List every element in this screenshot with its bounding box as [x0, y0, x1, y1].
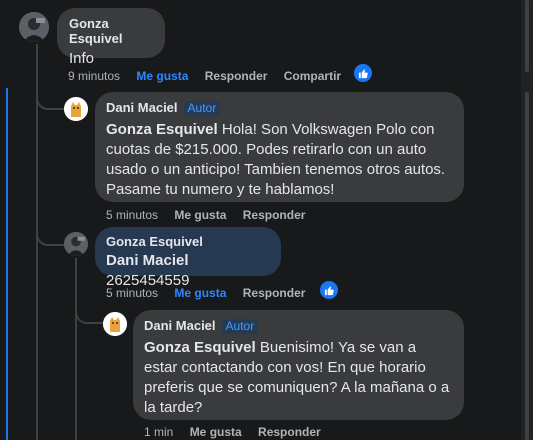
- thread-branch-2: [36, 226, 64, 246]
- comment-actions-4: 1 min Me gusta Responder: [144, 425, 334, 439]
- comment-header: Dani Maciel Autor: [106, 99, 453, 117]
- like-button[interactable]: Me gusta: [190, 425, 242, 439]
- comment-author[interactable]: Dani Maciel: [144, 318, 216, 333]
- comment-bubble-2: Dani Maciel Autor Gonza Esquivel Hola! So…: [95, 92, 464, 202]
- comment-text: Gonza Esquivel Hola! Son Volkswagen Polo…: [106, 120, 453, 200]
- author-badge: Autor: [221, 319, 259, 334]
- thread-line-inner: [75, 258, 77, 440]
- like-button[interactable]: Me gusta: [136, 69, 188, 83]
- comment-bubble-4: Dani Maciel Autor Gonza Esquivel Buenisim…: [133, 310, 464, 420]
- comment-avatar-dani[interactable]: [103, 312, 127, 336]
- like-button[interactable]: Me gusta: [174, 208, 226, 222]
- scrollbar-track[interactable]: [521, 0, 533, 440]
- comment-actions-2: 5 minutos Me gusta Responder: [106, 208, 318, 222]
- comment-bubble-1: Gonza Esquivel Info: [57, 8, 165, 67]
- like-reaction-icon[interactable]: [354, 64, 372, 82]
- comment-header: Dani Maciel Autor: [144, 317, 453, 335]
- comment-author[interactable]: Gonza Esquivel: [69, 16, 153, 46]
- reply-button[interactable]: Responder: [243, 286, 306, 300]
- like-button[interactable]: Me gusta: [174, 286, 226, 300]
- user-avatar: [19, 12, 49, 42]
- comment-actions-3: 5 minutos Me gusta Responder: [106, 286, 318, 300]
- comment-bubble-3: Gonza Esquivel Dani Maciel 2625454559: [95, 227, 281, 289]
- reply-button[interactable]: Responder: [243, 208, 306, 222]
- author-badge: Autor: [183, 101, 221, 116]
- thread-branch-1: [36, 90, 64, 110]
- comment-actions-1: 9 minutos Me gusta Responder Compartir: [68, 69, 354, 83]
- comment-avatar-gonza[interactable]: [19, 12, 49, 42]
- mention[interactable]: Gonza Esquivel: [144, 339, 256, 356]
- share-button[interactable]: Compartir: [284, 69, 341, 83]
- comment-text: Gonza Esquivel Buenisimo! Ya se van a es…: [144, 338, 453, 418]
- comment-text: Info: [69, 50, 95, 67]
- comment-author[interactable]: Gonza Esquivel: [106, 234, 270, 249]
- like-reaction-icon[interactable]: [320, 281, 338, 299]
- thread-focus-line: [6, 88, 8, 440]
- comment-time[interactable]: 9 minutos: [68, 69, 120, 83]
- comment-author[interactable]: Dani Maciel: [106, 100, 178, 115]
- comment-text: Dani Maciel 2625454559: [106, 251, 270, 291]
- mention[interactable]: Gonza Esquivel: [106, 121, 218, 138]
- reply-button[interactable]: Responder: [258, 425, 321, 439]
- comment-avatar-dani[interactable]: [64, 97, 88, 121]
- comment-avatar-gonza[interactable]: [64, 232, 88, 256]
- comment-time[interactable]: 5 minutos: [106, 286, 158, 300]
- cat-avatar: [103, 312, 127, 336]
- cat-avatar: [64, 97, 88, 121]
- scrollbar-thumb[interactable]: [525, 0, 529, 72]
- scrollbar-thumb-lower: [525, 92, 529, 440]
- reply-button[interactable]: Responder: [205, 69, 268, 83]
- thread-branch-3: [75, 302, 103, 324]
- mention[interactable]: Dani Maciel: [106, 252, 189, 269]
- comment-time[interactable]: 5 minutos: [106, 208, 158, 222]
- user-avatar: [64, 232, 88, 256]
- comment-time[interactable]: 1 min: [144, 425, 173, 439]
